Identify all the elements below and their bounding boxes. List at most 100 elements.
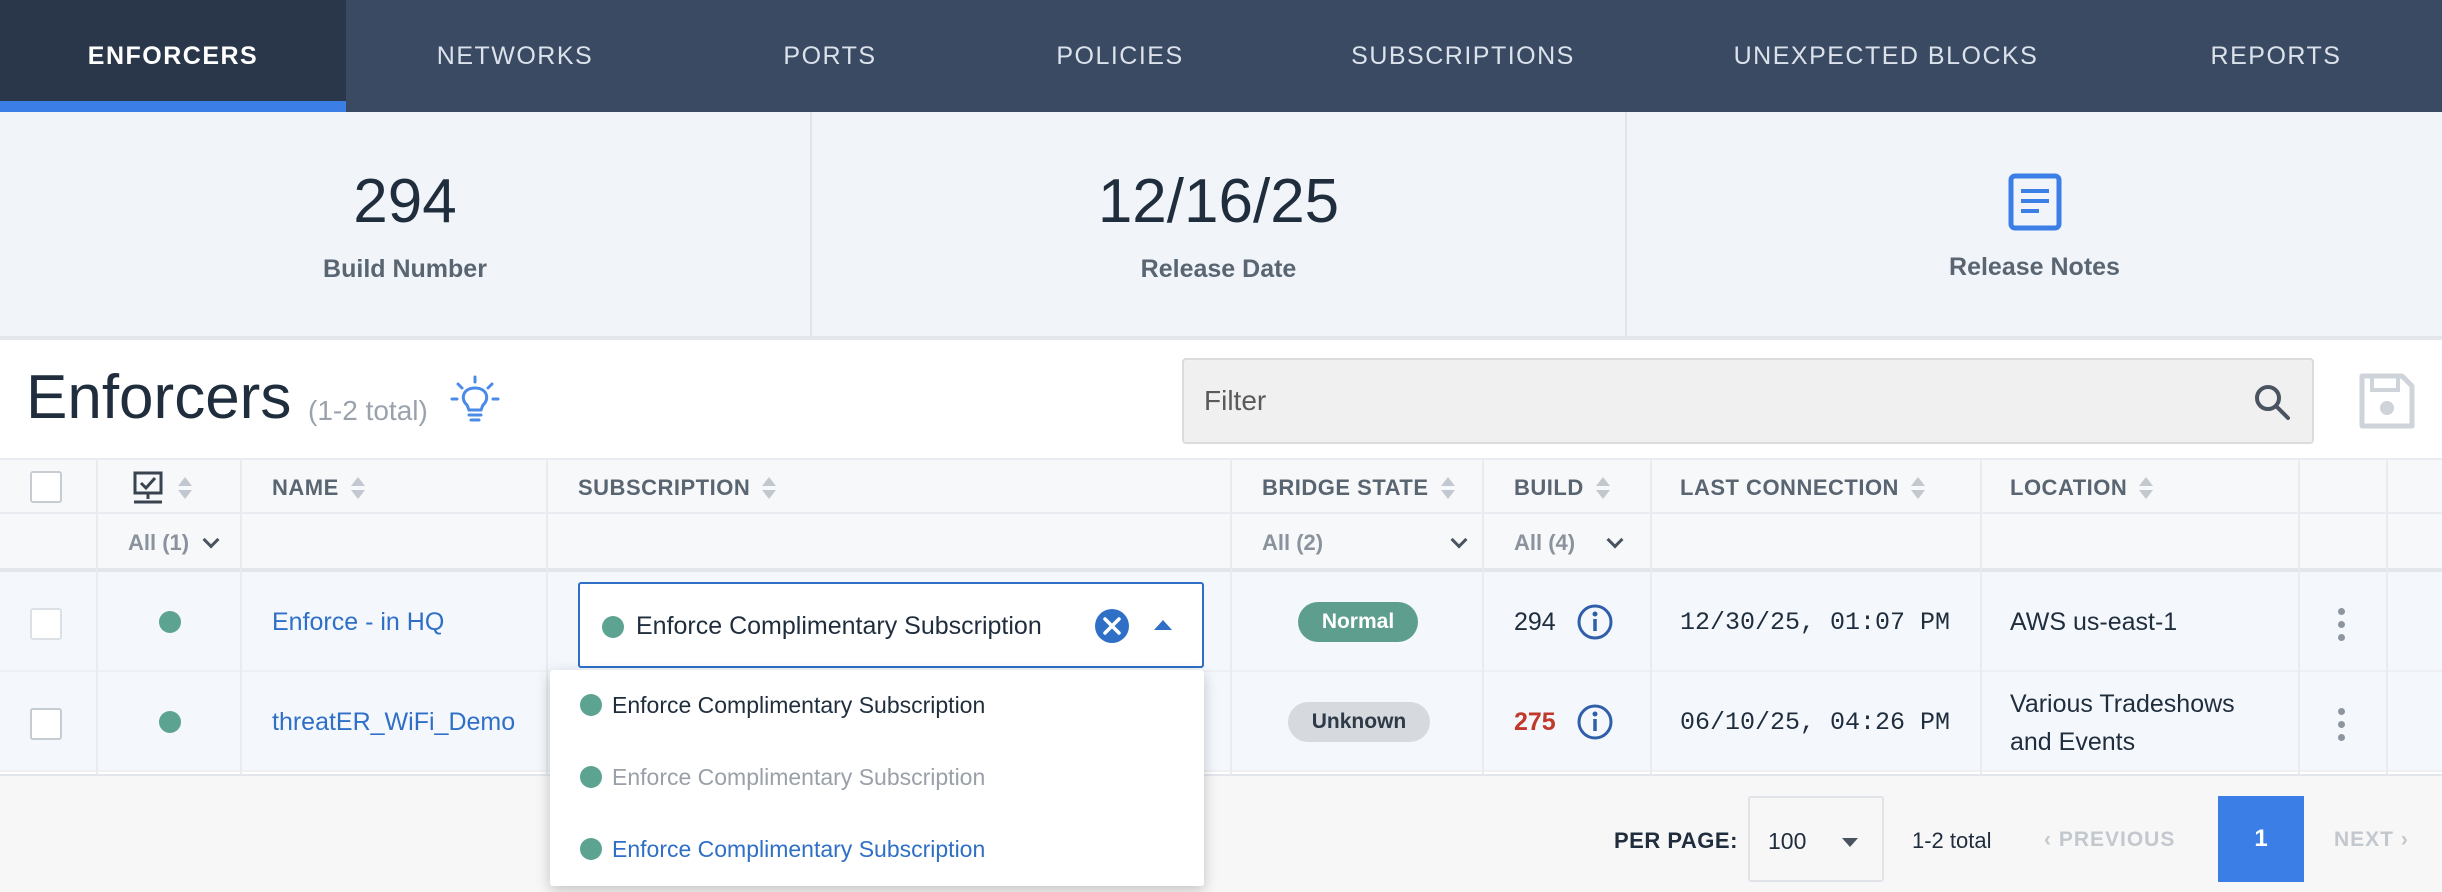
bridge-state-badge: Normal: [1298, 602, 1418, 642]
enforcer-status-icon: [133, 471, 163, 504]
tab-ports[interactable]: PORTS: [684, 0, 976, 112]
column-divider: [1230, 460, 1232, 774]
option-status-dot: [580, 838, 602, 860]
column-divider: [2386, 460, 2388, 774]
build-number-stat: 294 Build Number: [0, 112, 812, 336]
subscription-status-dot: [602, 616, 624, 638]
dropdown-option[interactable]: Enforce Complimentary Subscription: [550, 814, 1204, 886]
chevron-right-icon: ›: [2394, 828, 2409, 851]
option-status-dot: [580, 766, 602, 788]
release-notes-label[interactable]: Release Notes: [1949, 253, 2120, 282]
previous-button[interactable]: ‹ PREVIOUS: [2044, 828, 2175, 852]
sort-icon[interactable]: [762, 476, 777, 500]
chevron-left-icon: ‹: [2044, 828, 2059, 851]
location-column-header[interactable]: LOCATION: [2010, 460, 2154, 516]
save-icon[interactable]: [2358, 372, 2416, 430]
build-value: 294: [1514, 608, 1556, 636]
chevron-down-icon[interactable]: [202, 531, 220, 549]
tab-networks[interactable]: NETWORKS: [346, 0, 684, 112]
column-divider: [240, 460, 242, 774]
location-value-line2: and Events: [2010, 728, 2136, 756]
last-connection-value: 06/10/25, 04:26 PM: [1680, 708, 1951, 737]
top-nav: ENFORCERS NETWORKS PORTS POLICIES SUBSCR…: [0, 0, 2442, 112]
filter-row: All (1) All (2) All (4): [0, 514, 2442, 572]
chevron-down-icon[interactable]: [1606, 531, 1624, 549]
option-status-dot: [580, 694, 602, 716]
build-value: 275: [1514, 708, 1556, 736]
release-date-value: 12/16/25: [1097, 166, 1340, 236]
bridge-state-badge: Unknown: [1288, 702, 1430, 742]
online-status-dot: [159, 711, 181, 733]
status-column-header[interactable]: [130, 460, 192, 516]
dropdown-option[interactable]: Enforce Complimentary Subscription: [550, 670, 1204, 742]
sort-icon[interactable]: [1440, 476, 1455, 500]
release-notes-stat[interactable]: Release Notes: [1627, 112, 2442, 336]
dropdown-option[interactable]: Enforce Complimentary Subscription: [550, 742, 1204, 814]
subscription-select-value: Enforce Complimentary Subscription: [636, 612, 1042, 640]
sort-icon[interactable]: [178, 476, 192, 500]
per-page-select[interactable]: 100: [1748, 796, 1884, 882]
search-icon[interactable]: [2252, 382, 2292, 422]
build-number-value: 294: [353, 166, 457, 236]
chevron-down-icon[interactable]: [1450, 531, 1468, 549]
build-filter[interactable]: All (4): [1514, 514, 1624, 572]
sort-icon[interactable]: [1910, 476, 1925, 500]
next-button[interactable]: NEXT ›: [2334, 828, 2409, 852]
release-date-stat: 12/16/25 Release Date: [812, 112, 1627, 336]
column-divider: [546, 460, 548, 774]
location-value-line1: Various Tradeshows: [2010, 690, 2235, 718]
clear-icon[interactable]: [1094, 608, 1130, 644]
row-menu-icon[interactable]: [2338, 708, 2346, 742]
sort-icon[interactable]: [350, 476, 365, 500]
bridge-state-filter[interactable]: All (2): [1262, 514, 1468, 572]
status-filter[interactable]: All (1): [128, 514, 220, 572]
subscription-select[interactable]: Enforce Complimentary Subscription: [578, 582, 1204, 668]
stats-strip: 294 Build Number 12/16/25 Release Date R…: [0, 112, 2442, 340]
column-divider: [96, 460, 98, 774]
sort-icon[interactable]: [1595, 476, 1610, 500]
tab-subscriptions[interactable]: SUBSCRIPTIONS: [1264, 0, 1662, 112]
tab-reports[interactable]: REPORTS: [2110, 0, 2442, 112]
column-divider: [1650, 460, 1652, 774]
tab-unexpected-blocks[interactable]: UNEXPECTED BLOCKS: [1662, 0, 2110, 112]
row-checkbox[interactable]: [30, 608, 62, 640]
info-icon[interactable]: [1576, 603, 1614, 641]
build-number-label: Build Number: [323, 254, 487, 283]
name-column-header[interactable]: NAME: [272, 460, 365, 516]
last-connection-value: 12/30/25, 01:07 PM: [1680, 608, 1951, 637]
column-divider: [1482, 460, 1484, 774]
enforcer-name-link[interactable]: threatER_WiFi_Demo: [272, 708, 515, 737]
release-date-label: Release Date: [1140, 254, 1297, 283]
bridge-state-column-header[interactable]: BRIDGE STATE: [1262, 460, 1455, 516]
page-title: Enforcers: [26, 363, 292, 432]
tab-enforcers[interactable]: ENFORCERS: [0, 0, 346, 112]
enforcer-name-link[interactable]: Enforce - in HQ: [272, 608, 444, 637]
row-menu-icon[interactable]: [2338, 608, 2346, 642]
row-checkbox[interactable]: [30, 708, 62, 740]
column-divider: [2298, 460, 2300, 774]
info-icon[interactable]: [1576, 703, 1614, 741]
per-page-value: 100: [1768, 828, 1807, 854]
lightbulb-icon[interactable]: [450, 375, 500, 425]
document-icon[interactable]: [2006, 173, 2064, 231]
option-label: Enforce Complimentary Subscription: [612, 836, 986, 862]
subscription-dropdown: Enforce Complimentary Subscription Enfor…: [550, 670, 1204, 886]
page-count: (1-2 total): [308, 395, 428, 426]
subscription-column-header[interactable]: SUBSCRIPTION: [578, 460, 777, 516]
caret-down-icon[interactable]: [1842, 838, 1858, 847]
sort-icon[interactable]: [2139, 476, 2154, 500]
total-count: 1-2 total: [1912, 828, 1992, 853]
caret-up-icon[interactable]: [1154, 620, 1172, 630]
table-row: threatER_WiFi_Demo Unknown 275 06/10/25,…: [0, 672, 2442, 772]
per-page-label: PER PAGE:: [1614, 828, 1738, 853]
last-connection-column-header[interactable]: LAST CONNECTION: [1680, 460, 1925, 516]
select-all-checkbox[interactable]: [30, 471, 62, 503]
build-column-header[interactable]: BUILD: [1514, 460, 1610, 516]
filter-input[interactable]: [1182, 358, 2314, 444]
option-label: Enforce Complimentary Subscription: [612, 764, 986, 790]
page-1-button[interactable]: 1: [2218, 796, 2304, 882]
tab-policies[interactable]: POLICIES: [976, 0, 1264, 112]
location-value: AWS us-east-1: [2010, 608, 2178, 636]
table-header: NAME SUBSCRIPTION BRIDGE STATE BUILD LAS…: [0, 458, 2442, 514]
column-divider: [1980, 460, 1982, 774]
